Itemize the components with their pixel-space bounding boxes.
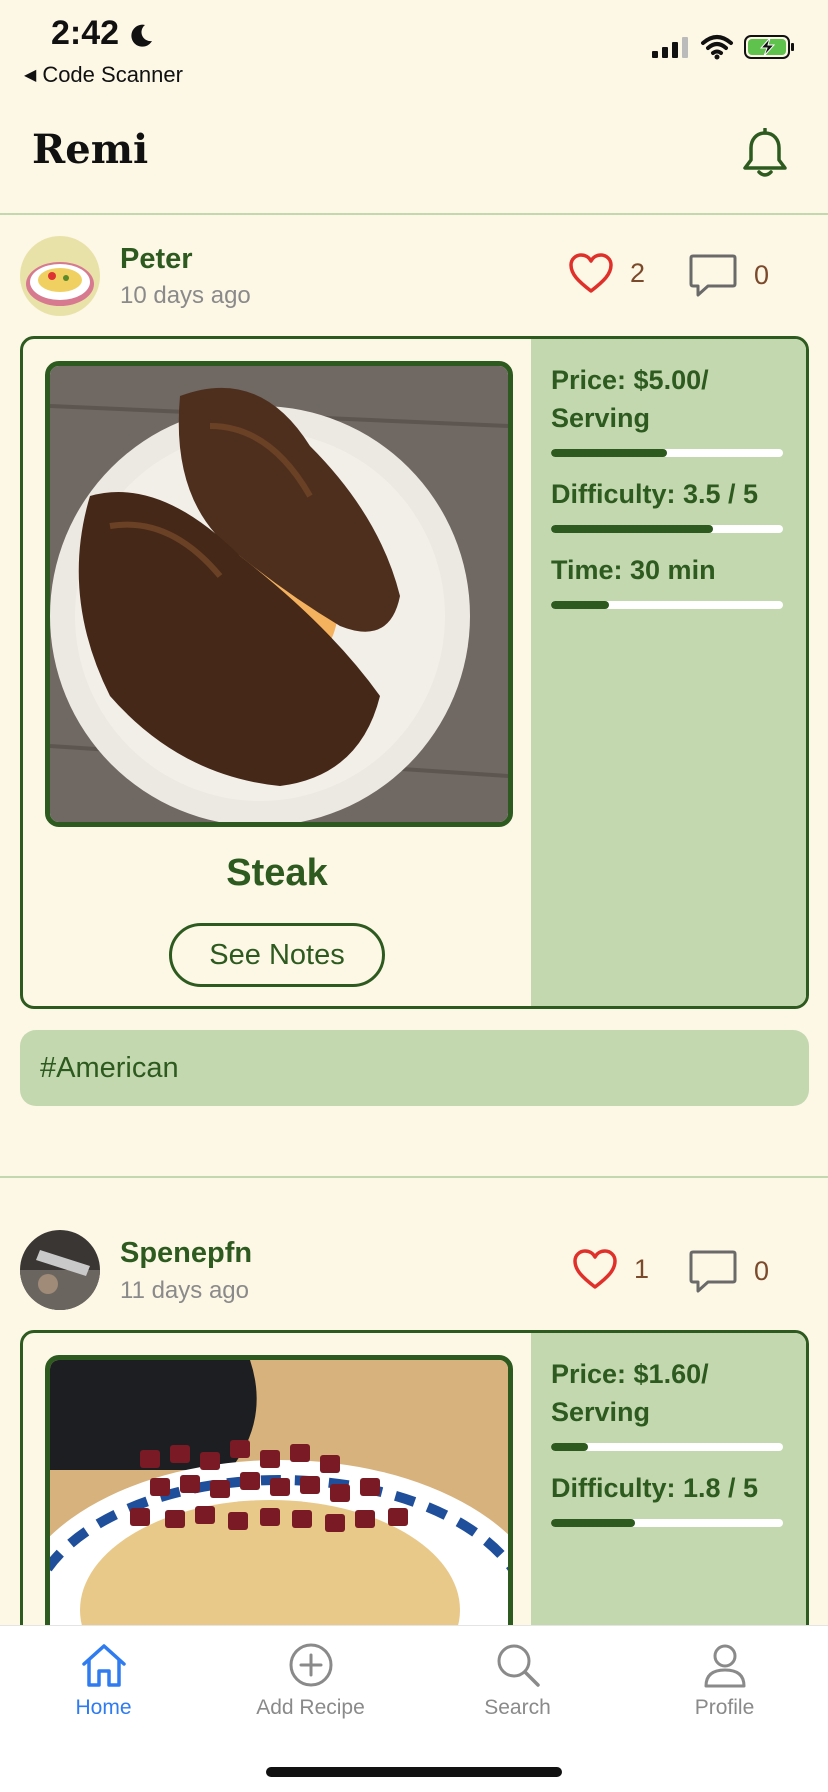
home-indicator: [266, 1767, 562, 1777]
tab-profile-label: Profile: [694, 1696, 755, 1719]
difficulty-bar-fill: [551, 525, 714, 533]
tab-add-recipe[interactable]: Add Recipe: [207, 1642, 414, 1720]
tab-home-label: Home: [75, 1696, 132, 1719]
time-label: Time: 30 min: [551, 555, 716, 585]
add-circle-icon: [289, 1643, 332, 1687]
like-button[interactable]: 2: [568, 252, 645, 294]
wifi-icon: [701, 35, 733, 60]
tab-search[interactable]: Search: [414, 1642, 621, 1720]
difficulty-bar-fill: [551, 1519, 635, 1527]
header-divider: [0, 213, 828, 215]
tab-search-label: Search: [484, 1696, 551, 1719]
heart-icon: [573, 1249, 617, 1289]
comment-button[interactable]: 0: [688, 1248, 769, 1294]
price-label: Price: $1.60/ Serving: [551, 1359, 709, 1427]
steak-photo-image: [50, 366, 508, 822]
cellular-signal-icon: [652, 37, 688, 58]
difficulty-bar: [551, 525, 783, 533]
difficulty-label: Difficulty: 3.5 / 5: [551, 479, 759, 509]
price-bar: [551, 1443, 783, 1451]
like-count: 2: [630, 257, 646, 288]
comment-icon: [689, 1250, 737, 1293]
status-icons: [652, 34, 796, 60]
home-screen: 2:42 ◀ Code Scanner Remi Peter 10 days a…: [0, 0, 828, 1792]
post-time-ago: 10 days ago: [120, 282, 251, 309]
comment-count: 0: [754, 259, 770, 290]
recipe-card-main: Steak See Notes: [23, 339, 531, 1006]
cuisine-tag[interactable]: #American: [20, 1030, 809, 1106]
comment-icon: [689, 254, 737, 297]
comment-count: 0: [754, 1255, 770, 1286]
battery-charging-icon: [744, 35, 794, 59]
post-time-ago: 11 days ago: [120, 1277, 249, 1304]
moon-icon: [131, 24, 152, 47]
difficulty-bar: [551, 1519, 783, 1527]
like-count: 1: [634, 1253, 650, 1284]
avatar[interactable]: [20, 1230, 100, 1310]
recipe-metrics-panel: Price: $5.00/ Serving Difficulty: 3.5 / …: [531, 339, 806, 1006]
search-icon: [497, 1644, 540, 1687]
see-notes-button[interactable]: See Notes: [169, 923, 385, 987]
heart-icon: [569, 253, 613, 293]
profile-icon: [704, 1644, 745, 1688]
time-bar: [551, 601, 783, 609]
comment-button[interactable]: 0: [688, 252, 769, 298]
avatar-image: [20, 1230, 100, 1310]
tab-home[interactable]: Home: [0, 1642, 207, 1720]
app-title: Remi: [32, 126, 149, 173]
price-label: Price: $5.00/ Serving: [551, 365, 709, 433]
price-bar-fill: [551, 449, 667, 457]
avatar-image: [20, 236, 100, 316]
post-divider: [0, 1176, 828, 1178]
post-username[interactable]: Peter: [120, 243, 193, 276]
like-button[interactable]: 1: [572, 1248, 649, 1290]
difficulty-label: Difficulty: 1.8 / 5: [551, 1473, 759, 1503]
back-to-app-link[interactable]: ◀ Code Scanner: [24, 62, 183, 88]
price-bar-fill: [551, 1443, 589, 1451]
time-bar-fill: [551, 601, 609, 609]
back-app-label: Code Scanner: [42, 62, 183, 87]
tab-add-recipe-label: Add Recipe: [256, 1696, 365, 1719]
recipe-name: Steak: [226, 852, 328, 894]
back-triangle-icon: ◀: [24, 67, 37, 84]
notifications-bell-icon[interactable]: [740, 128, 790, 180]
home-icon: [81, 1644, 126, 1687]
price-bar: [551, 449, 783, 457]
tab-profile[interactable]: Profile: [621, 1642, 828, 1720]
recipe-card[interactable]: Steak See Notes Price: $5.00/ Serving Di…: [20, 336, 809, 1009]
avatar[interactable]: [20, 236, 100, 316]
recipe-photo[interactable]: [45, 361, 513, 827]
status-time: 2:42: [51, 14, 120, 52]
post-username[interactable]: Spenepfn: [120, 1237, 252, 1270]
